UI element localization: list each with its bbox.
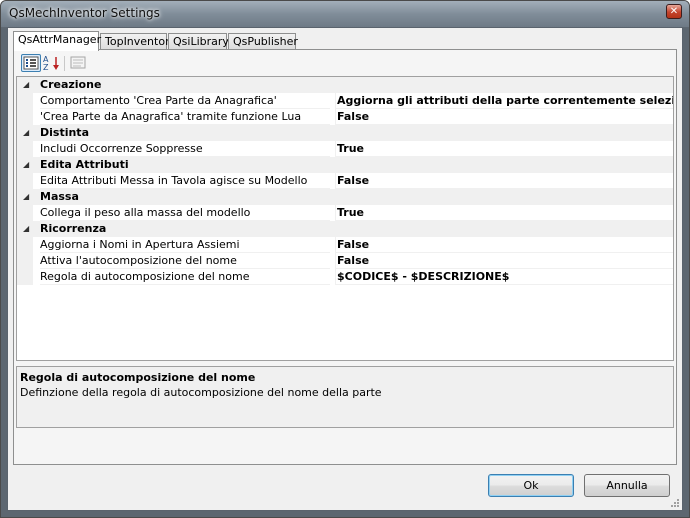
property-pages-icon (70, 56, 86, 69)
property-value[interactable]: Aggiorna gli attributi della parte corre… (335, 93, 673, 109)
collapse-icon[interactable]: ◢ (23, 189, 29, 205)
tab-qsilibrary[interactable]: QsiLibrary (168, 33, 229, 50)
property-value[interactable]: True (335, 205, 673, 221)
tab-qspublisher[interactable]: QsPublisher (228, 33, 298, 50)
property-value[interactable]: False (335, 109, 673, 125)
property-row[interactable]: Collega il peso alla massa del modello T… (17, 205, 673, 221)
help-panel: Regola di autocomposizione del nome Defi… (16, 366, 674, 428)
resize-grip-icon[interactable] (670, 498, 680, 508)
collapse-icon[interactable]: ◢ (23, 157, 29, 173)
ok-button[interactable]: Ok (488, 474, 574, 497)
sort-az-icon: A Z (43, 55, 59, 72)
categorized-view-button[interactable] (21, 54, 41, 72)
collapse-icon[interactable]: ◢ (23, 77, 29, 93)
property-name: Edita Attributi Messa in Tavola agisce s… (40, 173, 330, 189)
category-creazione[interactable]: ◢ Creazione (17, 77, 673, 93)
dialog-body: QsAttrManager TopInventor QsiLibrary QsP… (7, 27, 683, 511)
category-massa[interactable]: ◢ Massa (17, 189, 673, 205)
row-gutter (17, 237, 33, 253)
property-name: Aggiorna i Nomi in Apertura Assiemi (40, 237, 330, 253)
settings-window: QsMechInventor Settings ✕ QsAttrManager … (0, 0, 690, 518)
category-ricorrenza[interactable]: ◢ Ricorrenza (17, 221, 673, 237)
property-value[interactable]: $CODICE$ - $DESCRIZIONE$ (335, 269, 673, 285)
close-button[interactable]: ✕ (666, 4, 682, 19)
row-gutter (17, 141, 33, 157)
toolbar-separator (64, 56, 65, 71)
collapse-icon[interactable]: ◢ (23, 125, 29, 141)
help-title: Regola di autocomposizione del nome (20, 371, 256, 384)
cancel-button[interactable]: Annulla (584, 474, 670, 497)
property-name: Comportamento 'Crea Parte da Anagrafica' (40, 93, 330, 109)
property-row[interactable]: Attiva l'autocomposizione del nome False (17, 253, 673, 269)
property-value[interactable]: False (335, 173, 673, 189)
property-value[interactable]: False (335, 253, 673, 269)
row-gutter (17, 253, 33, 269)
property-name: 'Crea Parte da Anagrafica' tramite funzi… (40, 109, 330, 125)
category-distinta[interactable]: ◢ Distinta (17, 125, 673, 141)
property-row[interactable]: 'Crea Parte da Anagrafica' tramite funzi… (17, 109, 673, 125)
property-pages-button[interactable] (69, 54, 89, 72)
close-icon: ✕ (669, 6, 679, 17)
property-grid-toolbar: A Z (17, 53, 673, 75)
property-row[interactable]: Includi Occorrenze Soppresse True (17, 141, 673, 157)
property-row[interactable]: Edita Attributi Messa in Tavola agisce s… (17, 173, 673, 189)
alphabetical-sort-button[interactable]: A Z (42, 54, 62, 72)
window-title: QsMechInventor Settings (9, 6, 160, 20)
property-value[interactable]: True (335, 141, 673, 157)
collapse-icon[interactable]: ◢ (23, 221, 29, 237)
property-name: Collega il peso alla massa del modello (40, 205, 330, 221)
property-grid: ◢ Creazione Comportamento 'Crea Parte da… (16, 76, 674, 361)
property-row[interactable]: Aggiorna i Nomi in Apertura Assiemi Fals… (17, 237, 673, 253)
property-name: Regola di autocomposizione del nome (40, 269, 330, 285)
tab-qsattrmanager[interactable]: QsAttrManager (13, 31, 101, 51)
svg-text:Z: Z (43, 63, 49, 72)
categorized-view-icon (23, 56, 39, 70)
category-edita-attributi[interactable]: ◢ Edita Attributi (17, 157, 673, 173)
property-value[interactable]: False (335, 237, 673, 253)
help-description: Definzione della regola di autocomposizi… (20, 386, 382, 399)
tab-topinventor[interactable]: TopInventor (100, 33, 170, 50)
property-row[interactable]: Regola di autocomposizione del nome $COD… (17, 269, 673, 285)
row-gutter (17, 109, 33, 125)
row-gutter (17, 173, 33, 189)
row-gutter (17, 205, 33, 221)
title-bar[interactable]: QsMechInventor Settings ✕ (1, 1, 689, 27)
row-gutter (17, 93, 33, 109)
row-gutter (17, 269, 33, 285)
tab-panel: A Z ◢ Creazione Comportamento 'Crea Part… (13, 49, 677, 465)
property-row[interactable]: Comportamento 'Crea Parte da Anagrafica'… (17, 93, 673, 109)
property-name: Includi Occorrenze Soppresse (40, 141, 330, 157)
property-name: Attiva l'autocomposizione del nome (40, 253, 330, 269)
